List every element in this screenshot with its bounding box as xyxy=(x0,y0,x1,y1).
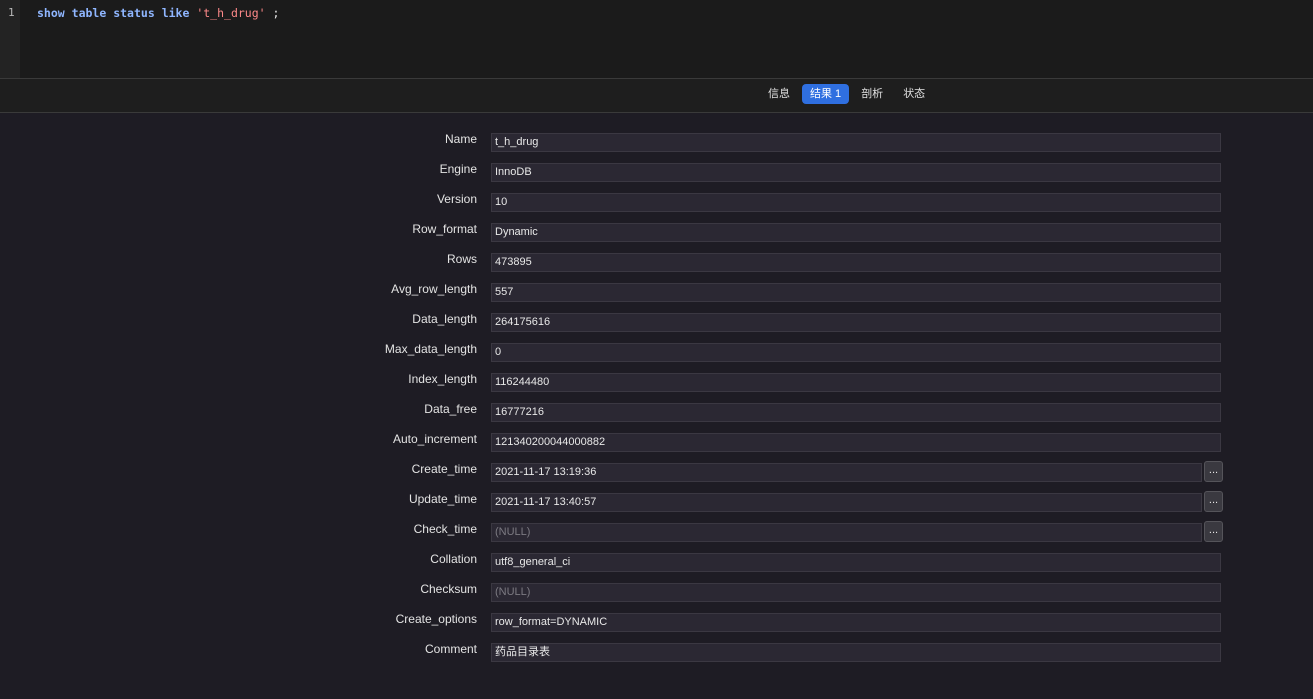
row-data-free: Data_free 16777216 xyxy=(0,400,1313,422)
field-label: Row_format xyxy=(412,222,477,236)
row-comment: Comment 药品目录表 xyxy=(0,640,1313,662)
field-value-check-time[interactable]: (NULL) xyxy=(491,523,1202,542)
field-value-name[interactable]: t_h_drug xyxy=(491,133,1221,152)
field-value-data-free[interactable]: 16777216 xyxy=(491,403,1221,422)
field-label: Create_options xyxy=(395,612,477,626)
field-label: Rows xyxy=(446,252,477,266)
field-label: Version xyxy=(436,192,477,206)
row-data-length: Data_length 264175616 xyxy=(0,310,1313,332)
field-value-engine[interactable]: InnoDB xyxy=(491,163,1221,182)
create-time-picker-button[interactable]: ... xyxy=(1204,461,1223,482)
field-value-row-format[interactable]: Dynamic xyxy=(491,223,1221,242)
field-label: Name xyxy=(444,132,477,146)
tab-info[interactable]: 信息 xyxy=(760,84,798,104)
field-label: Max_data_length xyxy=(384,342,477,356)
field-label: Checksum xyxy=(420,582,477,596)
field-value-data-length[interactable]: 264175616 xyxy=(491,313,1221,332)
field-label: Update_time xyxy=(408,492,477,506)
row-avg-row-length: Avg_row_length 557 xyxy=(0,280,1313,302)
field-label: Engine xyxy=(439,162,477,176)
field-value-avg-row-length[interactable]: 557 xyxy=(491,283,1221,302)
row-check-time: Check_time (NULL) ... xyxy=(0,520,1313,542)
field-label: Comment xyxy=(424,642,477,656)
row-update-time: Update_time 2021-11-17 13:40:57 ... xyxy=(0,490,1313,512)
tab-status[interactable]: 状态 xyxy=(895,84,933,104)
field-label: Auto_increment xyxy=(392,432,477,446)
field-label: Index_length xyxy=(408,372,477,386)
semicolon: ; xyxy=(272,6,280,20)
row-create-options: Create_options row_format=DYNAMIC xyxy=(0,610,1313,632)
keyword-like: like xyxy=(161,6,190,20)
field-value-rows[interactable]: 473895 xyxy=(491,253,1221,272)
keyword-table: table xyxy=(71,6,107,20)
row-collation: Collation utf8_general_ci xyxy=(0,550,1313,572)
row-index-length: Index_length 116244480 xyxy=(0,370,1313,392)
field-label: Check_time xyxy=(413,522,477,536)
string-literal: 't_h_drug' xyxy=(196,6,266,20)
row-row-format: Row_format Dynamic xyxy=(0,220,1313,242)
row-rows: Rows 473895 xyxy=(0,250,1313,272)
tab-profile[interactable]: 剖析 xyxy=(853,84,891,104)
update-time-picker-button[interactable]: ... xyxy=(1204,491,1223,512)
tab-result-1[interactable]: 结果 1 xyxy=(802,84,850,104)
field-label: Collation xyxy=(430,552,477,566)
code-line[interactable]: show table status like 't_h_drug' ; xyxy=(37,6,279,20)
field-value-create-options[interactable]: row_format=DYNAMIC xyxy=(491,613,1221,632)
row-engine: Engine InnoDB xyxy=(0,160,1313,182)
line-gutter: 1 xyxy=(0,0,20,78)
row-version: Version 10 xyxy=(0,190,1313,212)
form-view: Name t_h_drug Engine InnoDB Version 10 R… xyxy=(0,113,1313,699)
tabs: 信息 结果 1 剖析 状态 xyxy=(760,84,933,104)
sql-editor[interactable]: 1 show table status like 't_h_drug' ; xyxy=(0,0,1313,79)
result-tabbar: 信息 结果 1 剖析 状态 xyxy=(0,79,1313,113)
field-value-version[interactable]: 10 xyxy=(491,193,1221,212)
field-label: Data_length xyxy=(412,312,477,326)
field-value-update-time[interactable]: 2021-11-17 13:40:57 xyxy=(491,493,1202,512)
row-create-time: Create_time 2021-11-17 13:19:36 ... xyxy=(0,460,1313,482)
row-checksum: Checksum (NULL) xyxy=(0,580,1313,602)
field-value-create-time[interactable]: 2021-11-17 13:19:36 xyxy=(491,463,1202,482)
field-value-auto-increment[interactable]: 121340200044000882 xyxy=(491,433,1221,452)
field-value-collation[interactable]: utf8_general_ci xyxy=(491,553,1221,572)
row-auto-increment: Auto_increment 121340200044000882 xyxy=(0,430,1313,452)
field-value-index-length[interactable]: 116244480 xyxy=(491,373,1221,392)
keyword-show: show xyxy=(37,6,65,20)
row-name: Name t_h_drug xyxy=(0,130,1313,152)
field-value-comment[interactable]: 药品目录表 xyxy=(491,643,1221,662)
field-label: Create_time xyxy=(411,462,477,476)
field-label: Data_free xyxy=(424,402,477,416)
check-time-picker-button[interactable]: ... xyxy=(1204,521,1223,542)
field-label: Avg_row_length xyxy=(391,282,477,296)
keyword-status: status xyxy=(113,6,155,20)
line-number: 1 xyxy=(8,6,15,19)
field-value-checksum[interactable]: (NULL) xyxy=(491,583,1221,602)
field-value-max-data-length[interactable]: 0 xyxy=(491,343,1221,362)
row-max-data-length: Max_data_length 0 xyxy=(0,340,1313,362)
